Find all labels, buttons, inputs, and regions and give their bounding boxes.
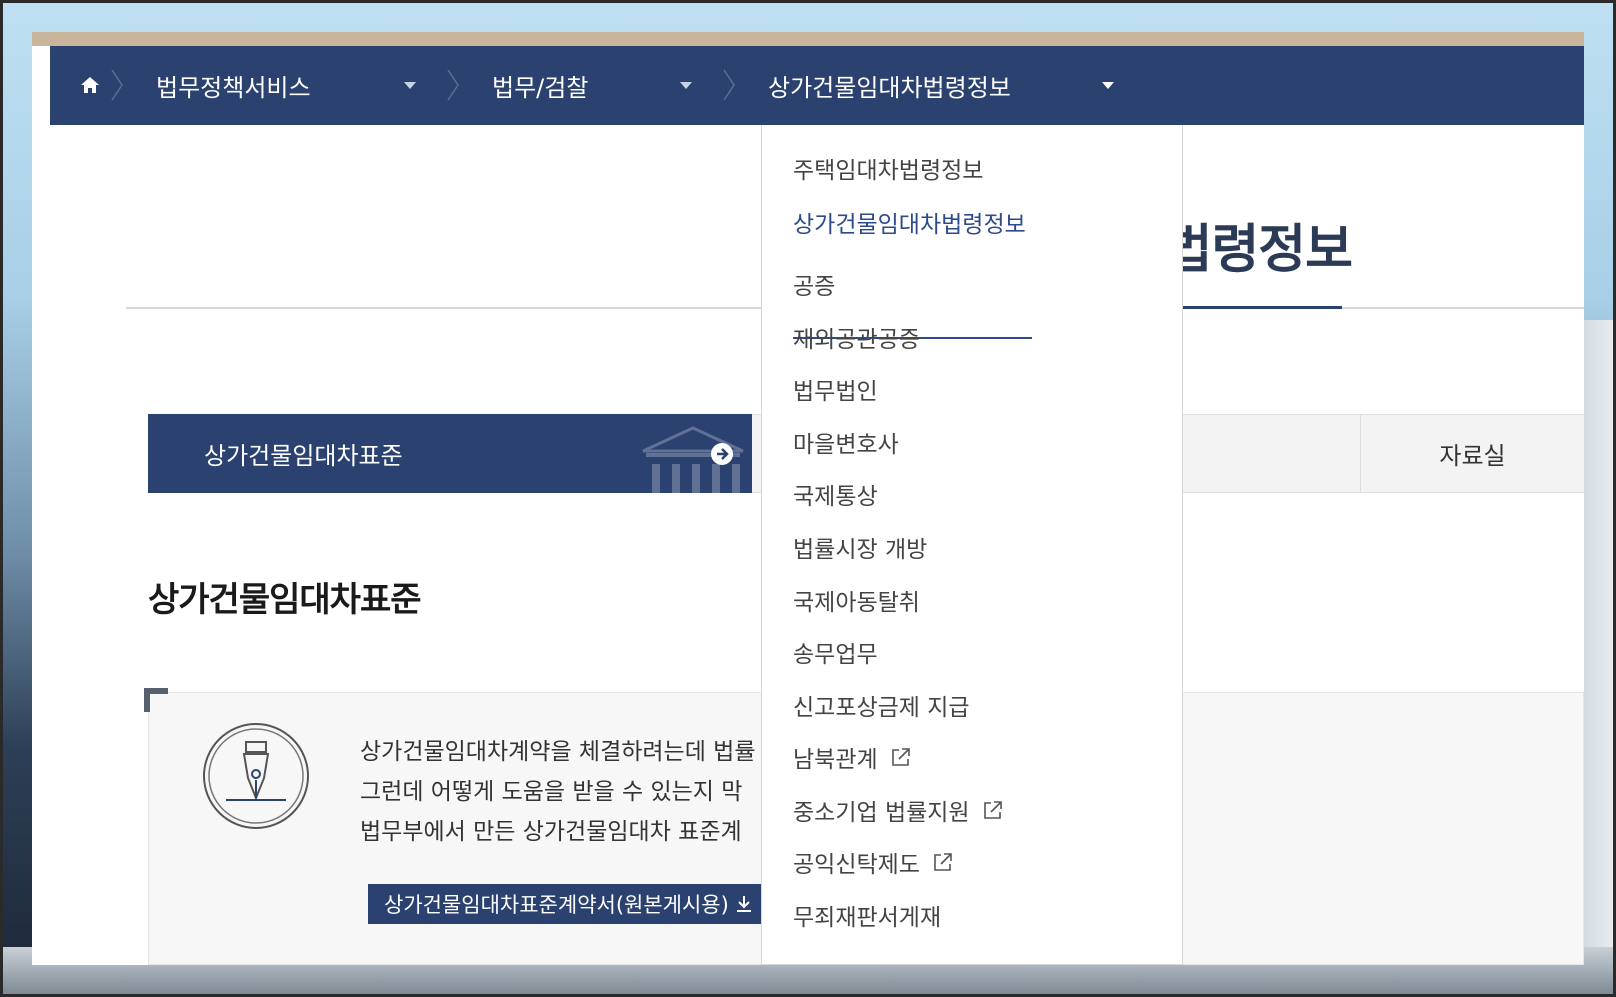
breadcrumb-level3[interactable]: 상가건물임대차법령정보 — [768, 46, 1011, 125]
menu-item-child-abduction[interactable]: 국제아동탈취 — [793, 583, 920, 617]
menu-item-label: 송무업무 — [793, 642, 878, 668]
menu-item-legal-market-opening[interactable]: 법률시장 개방 — [793, 530, 927, 564]
info-line: 상가건물임대차계약을 체결하려는데 법률 — [360, 739, 756, 765]
breadcrumb-dropdown-menu: 주택임대차법령정보 상가건물임대차법령정보 공증 재외공관공증 법무법인 마을변… — [761, 125, 1183, 965]
external-link-icon — [983, 801, 1002, 819]
menu-item-inter-korean[interactable]: 남북관계 — [793, 740, 912, 774]
fountain-pen-icon — [203, 723, 309, 829]
menu-item-public-trust[interactable]: 공익신탁제도 — [793, 845, 954, 879]
info-line: 법무부에서 만든 상가건물임대차 표준계 — [360, 819, 742, 845]
menu-item-reward-payment[interactable]: 신고포상금제 지급 — [793, 688, 970, 722]
menu-item-law-firm[interactable]: 법무법인 — [793, 372, 878, 406]
menu-item-label: 무죄재판서게재 — [793, 905, 942, 931]
menu-item-sme-legal-support[interactable]: 중소기업 법률지원 — [793, 793, 1004, 827]
breadcrumb: 법무정책서비스 법무/검찰 상가건물임대차법령정보 — [50, 46, 1584, 125]
info-line: 그런데 어떻게 도움을 받을 수 있는지 막 — [360, 779, 743, 805]
download-button[interactable]: 상가건물임대차표준계약서(원본게시용) — [368, 884, 768, 924]
menu-item-overseas-notarization[interactable]: 재외공관공증 — [793, 320, 920, 354]
external-link-icon — [891, 748, 910, 766]
chevron-down-icon[interactable] — [680, 82, 692, 89]
arrow-right-circle-icon — [711, 443, 733, 465]
chevron-right-icon — [111, 69, 123, 101]
chevron-right-icon — [723, 69, 735, 101]
menu-item-label: 공익신탁제도 — [793, 852, 920, 878]
menu-item-label: 국제아동탈취 — [793, 590, 920, 616]
menu-item-housing-lease[interactable]: 주택임대차법령정보 — [793, 151, 983, 185]
chevron-down-icon[interactable] — [1102, 82, 1114, 89]
external-link-icon — [934, 853, 952, 871]
menu-item-label: 신고포상금제 지급 — [793, 695, 970, 721]
menu-item-notarization[interactable]: 공증 — [793, 267, 835, 301]
chevron-down-icon[interactable] — [404, 82, 416, 89]
menu-item-litigation-affairs[interactable]: 송무업무 — [793, 635, 878, 669]
top-strip — [32, 32, 1584, 46]
menu-item-acquittal-publication[interactable]: 무죄재판서게재 — [793, 898, 941, 932]
menu-item-label: 법률시장 개방 — [793, 537, 928, 563]
page-content: 법무정책서비스 법무/검찰 상가건물임대차법령정보 상가건물임대차법령정보 상가… — [32, 32, 1584, 965]
menu-item-international-trade[interactable]: 국제통상 — [793, 477, 878, 511]
breadcrumb-level1[interactable]: 법무정책서비스 — [156, 46, 311, 125]
menu-item-label: 공증 — [793, 274, 836, 300]
chevron-right-icon — [447, 69, 459, 101]
tab-archive[interactable]: 자료실 — [1361, 414, 1584, 493]
menu-item-label: 주택임대차법령정보 — [793, 158, 984, 184]
menu-item-label: 국제통상 — [793, 484, 878, 510]
download-icon — [737, 896, 751, 912]
menu-item-label: 재외공관공증 — [793, 327, 920, 353]
home-icon[interactable] — [78, 73, 102, 97]
menu-item-label: 법무법인 — [793, 379, 878, 405]
menu-item-commercial-lease[interactable]: 상가건물임대차법령정보 — [793, 205, 1026, 239]
menu-item-village-lawyer[interactable]: 마을변호사 — [793, 425, 899, 459]
tab-commercial-lease-standard[interactable]: 상가건물임대차표준 — [148, 414, 752, 493]
menu-item-label: 중소기업 법률지원 — [793, 800, 970, 826]
breadcrumb-level2[interactable]: 법무/검찰 — [492, 46, 588, 125]
section-title: 상가건물임대차표준 — [148, 580, 422, 620]
corner-decoration — [144, 688, 168, 712]
tab-label: 상가건물임대차표준 — [204, 442, 403, 470]
info-description: 상가건물임대차계약을 체결하려는데 법률 그런데 어떻게 도움을 받을 수 있는… — [360, 732, 760, 852]
menu-item-label: 상가건물임대차법령정보 — [793, 212, 1026, 238]
menu-item-label: 남북관계 — [793, 747, 878, 773]
menu-item-label: 마을변호사 — [793, 432, 899, 458]
